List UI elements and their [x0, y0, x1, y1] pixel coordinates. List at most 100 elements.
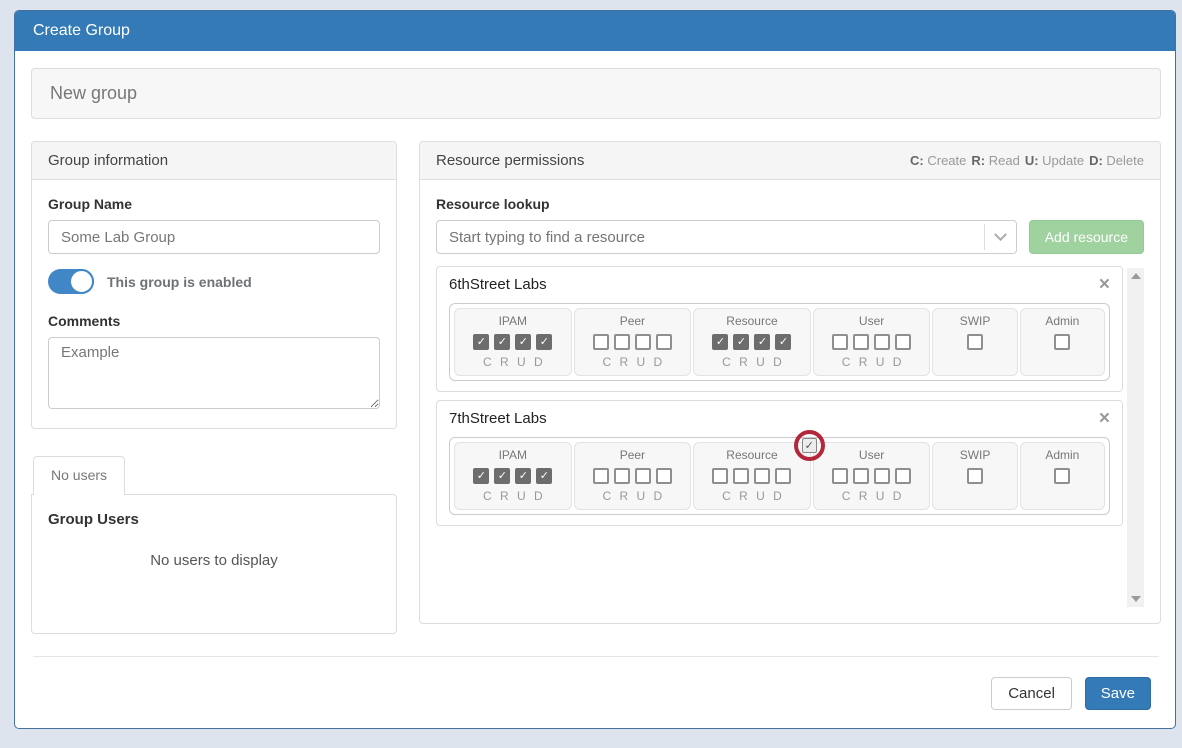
- legend-key: C:: [910, 153, 924, 168]
- scroll-down-icon[interactable]: [1131, 596, 1141, 602]
- comments-label: Comments: [48, 313, 380, 329]
- checkbox-admin[interactable]: [1054, 468, 1070, 484]
- checkbox-d[interactable]: [656, 334, 672, 350]
- checkbox-c[interactable]: ✓: [473, 468, 489, 484]
- checkbox-d[interactable]: ✓: [775, 334, 791, 350]
- close-icon[interactable]: ×: [1099, 409, 1110, 428]
- permission-checkboxes: [579, 468, 687, 484]
- permission-checkboxes: [579, 334, 687, 350]
- checkbox-r[interactable]: [614, 334, 630, 350]
- checkbox-r[interactable]: [733, 468, 749, 484]
- cancel-button[interactable]: Cancel: [991, 677, 1072, 710]
- checkbox-u[interactable]: ✓: [754, 334, 770, 350]
- permission-group-swip: SWIP: [932, 442, 1017, 510]
- permission-groups-row: IPAM ✓ ✓ ✓ ✓ C R U D Peer C R U D Resource ✓ ✓ ✓ ✓ C …: [449, 303, 1110, 381]
- checkbox-u[interactable]: [874, 334, 890, 350]
- checkbox-u[interactable]: [874, 468, 890, 484]
- checkbox-r[interactable]: ✓: [494, 334, 510, 350]
- permission-group-label: Resource: [698, 448, 806, 462]
- checkbox-d[interactable]: ✓: [536, 468, 552, 484]
- permission-group-resource: Resource ✓ ✓ ✓ ✓ C R U D: [693, 308, 811, 376]
- new-group-heading: New group: [31, 68, 1161, 119]
- checkbox-c[interactable]: ✓: [712, 334, 728, 350]
- lookup-dropdown-button[interactable]: [984, 224, 1017, 250]
- vertical-scrollbar[interactable]: [1127, 268, 1144, 607]
- group-name-input[interactable]: [48, 220, 380, 254]
- resource-lookup-input[interactable]: [436, 220, 1017, 254]
- checkbox-c[interactable]: [832, 468, 848, 484]
- permission-group-admin: Admin: [1020, 442, 1105, 510]
- comments-textarea[interactable]: Example: [48, 337, 380, 409]
- permission-checkboxes: [818, 334, 926, 350]
- crud-letters: C R U D: [579, 355, 687, 369]
- permission-checkboxes: ✓ ✓ ✓ ✓: [459, 468, 567, 484]
- crud-letters: C R U D: [579, 489, 687, 503]
- checkbox-d[interactable]: [895, 334, 911, 350]
- crud-legend: C: CreateR: ReadU: UpdateD: Delete: [905, 153, 1144, 168]
- permission-group-user: User C R U D: [813, 442, 931, 510]
- permission-group-user: UserC R U D: [813, 308, 931, 376]
- permission-group-ipam: IPAM ✓ ✓ ✓ ✓ C R U D: [454, 308, 572, 376]
- resource-cards-viewport: 6thStreet Labs × IPAM ✓ ✓ ✓ ✓ C R U D Peer C R U …: [436, 266, 1144, 607]
- checkbox-swip[interactable]: [967, 468, 983, 484]
- checkbox-r[interactable]: [614, 468, 630, 484]
- tab-no-users[interactable]: No users: [33, 456, 125, 495]
- legend-key: U:: [1025, 153, 1039, 168]
- checkbox-d[interactable]: ✓: [536, 334, 552, 350]
- permission-group-label: Peer: [579, 314, 687, 328]
- crud-letters: C R U D: [698, 355, 806, 369]
- checkbox-u[interactable]: [754, 468, 770, 484]
- toggle-knob: [69, 269, 94, 294]
- add-resource-button[interactable]: Add resource: [1029, 220, 1144, 254]
- check-all-icon[interactable]: ✓: [802, 438, 817, 453]
- scroll-up-icon[interactable]: [1131, 273, 1141, 279]
- crud-letters: C R U D: [698, 489, 806, 503]
- permission-group-label: Admin: [1025, 314, 1100, 328]
- permission-group-label: Resource: [698, 314, 806, 328]
- legend-item: R: Read: [971, 153, 1019, 168]
- resource-card-header: 7thStreet Labs×: [449, 409, 1110, 428]
- resource-lookup-label: Resource lookup: [436, 196, 1144, 212]
- group-users-panel: Group Users No users to display: [31, 494, 397, 634]
- checkbox-admin[interactable]: [1054, 334, 1070, 350]
- no-users-message: No users to display: [48, 552, 380, 569]
- checkbox-c[interactable]: [593, 334, 609, 350]
- checkbox-d[interactable]: [656, 468, 672, 484]
- legend-item: U: Update: [1025, 153, 1084, 168]
- crud-letters: C R U D: [459, 355, 567, 369]
- checkbox-r[interactable]: ✓: [494, 468, 510, 484]
- checkbox-u[interactable]: [635, 468, 651, 484]
- permission-group-label: IPAM: [459, 448, 567, 462]
- permission-checkboxes: [818, 468, 926, 484]
- checkbox-u[interactable]: ✓: [515, 334, 531, 350]
- permission-group-label: IPAM: [459, 314, 567, 328]
- checkbox-r[interactable]: ✓: [733, 334, 749, 350]
- checkbox-r[interactable]: [853, 334, 869, 350]
- permission-group-label: Admin: [1025, 448, 1100, 462]
- checkbox-u[interactable]: [635, 334, 651, 350]
- checkbox-c[interactable]: [593, 468, 609, 484]
- checkbox-d[interactable]: [775, 468, 791, 484]
- crud-letters: C R U D: [818, 489, 926, 503]
- red-circle-annotation: ✓: [794, 430, 825, 461]
- checkbox-swip[interactable]: [967, 334, 983, 350]
- save-button[interactable]: Save: [1085, 677, 1151, 710]
- checkbox-r[interactable]: [853, 468, 869, 484]
- close-icon[interactable]: ×: [1099, 275, 1110, 294]
- permission-group-label: Peer: [579, 448, 687, 462]
- group-enabled-toggle[interactable]: [48, 269, 94, 294]
- resource-name: 6thStreet Labs: [449, 276, 547, 293]
- checkbox-u[interactable]: ✓: [515, 468, 531, 484]
- checkbox-c[interactable]: [712, 468, 728, 484]
- permission-group-label: SWIP: [937, 448, 1012, 462]
- permission-group-label: SWIP: [937, 314, 1012, 328]
- left-column: Group information Group Name This group …: [31, 141, 397, 634]
- group-information-panel: Group information Group Name This group …: [31, 141, 397, 429]
- modal-body: New group Group information Group Name: [15, 51, 1175, 728]
- checkbox-c[interactable]: [832, 334, 848, 350]
- resource-permissions-title: Resource permissions: [436, 152, 584, 169]
- checkbox-d[interactable]: [895, 468, 911, 484]
- checkbox-c[interactable]: ✓: [473, 334, 489, 350]
- permission-group-label: User: [818, 448, 926, 462]
- group-users-title: Group Users: [48, 511, 380, 528]
